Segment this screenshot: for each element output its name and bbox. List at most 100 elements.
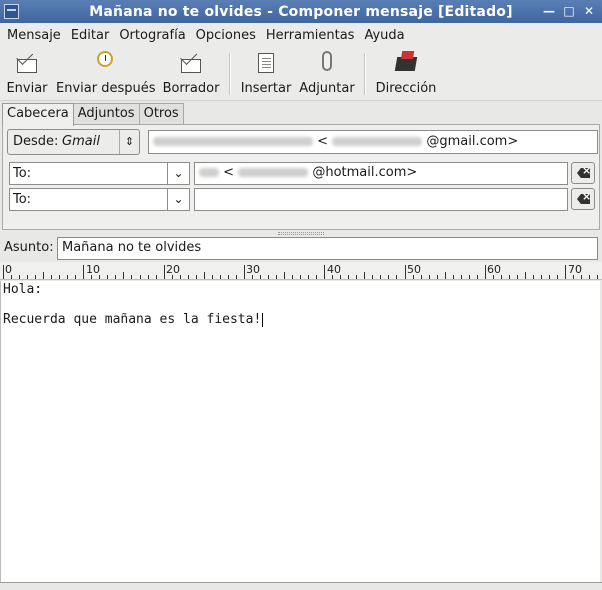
ruler-tick — [155, 275, 157, 279]
from-address-sep: < — [317, 134, 329, 149]
ruler-tick — [235, 275, 237, 279]
text-cursor — [262, 312, 264, 327]
insert-button[interactable]: Insertar — [240, 51, 292, 96]
ruler-tick — [420, 275, 422, 279]
recipient-address-field[interactable] — [194, 188, 568, 211]
ruler-tick — [436, 275, 438, 279]
minimize-icon[interactable]: — — [540, 2, 558, 20]
menu-herramientas[interactable]: Herramientas — [261, 28, 360, 43]
recipient-address-field[interactable]: < @hotmail.com> — [194, 162, 568, 185]
ruler-label: 40 — [327, 263, 341, 276]
ruler-tick — [508, 275, 510, 279]
redacted-user — [238, 168, 309, 177]
ruler-tick — [35, 275, 37, 279]
body-line — [3, 297, 598, 312]
menu-bar: Mensaje Editar Ortografía Opciones Herra… — [0, 23, 602, 47]
ruler-tick — [364, 272, 366, 279]
ruler-tick — [484, 265, 486, 279]
tab-cabecera[interactable]: Cabecera — [2, 103, 74, 126]
clear-recipient-button[interactable] — [571, 188, 595, 210]
ruler-tick — [597, 275, 599, 279]
column-ruler: 0 10 20 30 40 50 60 70 — [0, 262, 602, 280]
ruler-tick — [308, 275, 310, 279]
body-line: Recuerda que mañana es la fiesta! — [3, 312, 598, 327]
ruler-tick — [340, 275, 342, 279]
ruler-tick — [452, 275, 454, 279]
draft-label: Borrador — [162, 81, 220, 96]
ruler-tick — [516, 275, 518, 279]
ruler-tick — [388, 275, 390, 279]
ruler-tick — [396, 275, 398, 279]
ruler-tick — [524, 272, 526, 279]
ruler-tick — [171, 275, 173, 279]
subject-input[interactable]: Mañana no te olvides — [57, 237, 598, 260]
ruler-tick — [19, 275, 21, 279]
ruler-tick — [549, 275, 551, 279]
ruler-tick — [300, 275, 302, 279]
ruler-tick — [115, 275, 117, 279]
tab-otros[interactable]: Otros — [138, 103, 184, 125]
ruler-tick — [276, 275, 278, 279]
send-later-button[interactable]: Enviar después — [56, 51, 156, 96]
insert-label: Insertar — [240, 81, 292, 96]
ruler-label: 50 — [407, 263, 421, 276]
tab-strip: Cabecera Adjuntos Otros — [2, 103, 184, 126]
ruler-tick — [589, 275, 591, 279]
address-book-icon — [394, 51, 418, 77]
ruler-tick — [211, 275, 213, 279]
close-icon[interactable]: ✕ — [580, 2, 598, 20]
attach-button[interactable]: Adjuntar — [299, 51, 355, 96]
ruler-tick — [292, 275, 294, 279]
ruler-tick — [356, 275, 358, 279]
ruler-tick — [332, 275, 334, 279]
ruler-tick — [316, 275, 318, 279]
redacted-name — [199, 168, 219, 177]
from-account: Gmail — [62, 134, 100, 149]
ruler-tick — [59, 275, 61, 279]
from-account-select[interactable]: Desde: Gmail ⇕ — [7, 129, 140, 155]
address-button[interactable]: Dirección — [375, 51, 437, 96]
ruler-tick — [123, 272, 125, 279]
menu-editar[interactable]: Editar — [66, 28, 115, 43]
window-title: Mañana no te olvides - Componer mensaje … — [89, 3, 513, 20]
ruler-tick — [67, 275, 69, 279]
address-label: Dirección — [375, 81, 437, 96]
window-menu-icon[interactable] — [4, 4, 19, 19]
ruler-tick — [131, 275, 133, 279]
ruler-tick — [75, 275, 77, 279]
menu-ortografia[interactable]: Ortografía — [114, 28, 190, 43]
draft-button[interactable]: Borrador — [162, 51, 220, 96]
tab-adjuntos[interactable]: Adjuntos — [72, 103, 140, 125]
envelope-send-icon — [15, 51, 39, 77]
menu-mensaje[interactable]: Mensaje — [2, 28, 66, 43]
pane-resize-handle[interactable] — [278, 232, 324, 235]
recipient-type-select[interactable]: To: ⌄ — [9, 162, 190, 185]
ruler-tick — [203, 272, 205, 279]
updown-icon: ⇕ — [119, 130, 139, 154]
ruler-tick — [147, 275, 149, 279]
title-bar: Mañana no te olvides - Componer mensaje … — [0, 0, 602, 23]
clear-recipient-button[interactable] — [571, 162, 595, 184]
from-address-field[interactable]: < @gmail.com> — [148, 130, 598, 154]
ruler-tick — [573, 275, 575, 279]
recipient-address-sep: < — [223, 165, 235, 180]
ruler-tick — [83, 265, 85, 279]
ruler-tick — [11, 275, 13, 279]
ruler-tick — [284, 272, 286, 279]
insert-pages-icon — [254, 51, 278, 77]
ruler-tick — [581, 275, 583, 279]
send-button[interactable]: Enviar — [6, 51, 48, 96]
recipient-type-select[interactable]: To: ⌄ — [9, 188, 190, 211]
send-later-label: Enviar después — [56, 81, 156, 96]
message-body-editor[interactable]: Hola: Recuerda que mañana es la fiesta! — [0, 281, 600, 582]
ruler-label: 60 — [487, 263, 501, 276]
ruler-tick — [557, 275, 559, 279]
menu-ayuda[interactable]: Ayuda — [359, 28, 409, 43]
maximize-icon[interactable]: □ — [560, 2, 578, 20]
menu-opciones[interactable]: Opciones — [191, 28, 261, 43]
ruler-tick — [428, 275, 430, 279]
toolbar: Enviar Enviar después Borrador Insertar … — [0, 47, 602, 101]
ruler-tick — [99, 275, 101, 279]
body-line: Hola: — [3, 282, 43, 297]
ruler-tick — [139, 275, 141, 279]
